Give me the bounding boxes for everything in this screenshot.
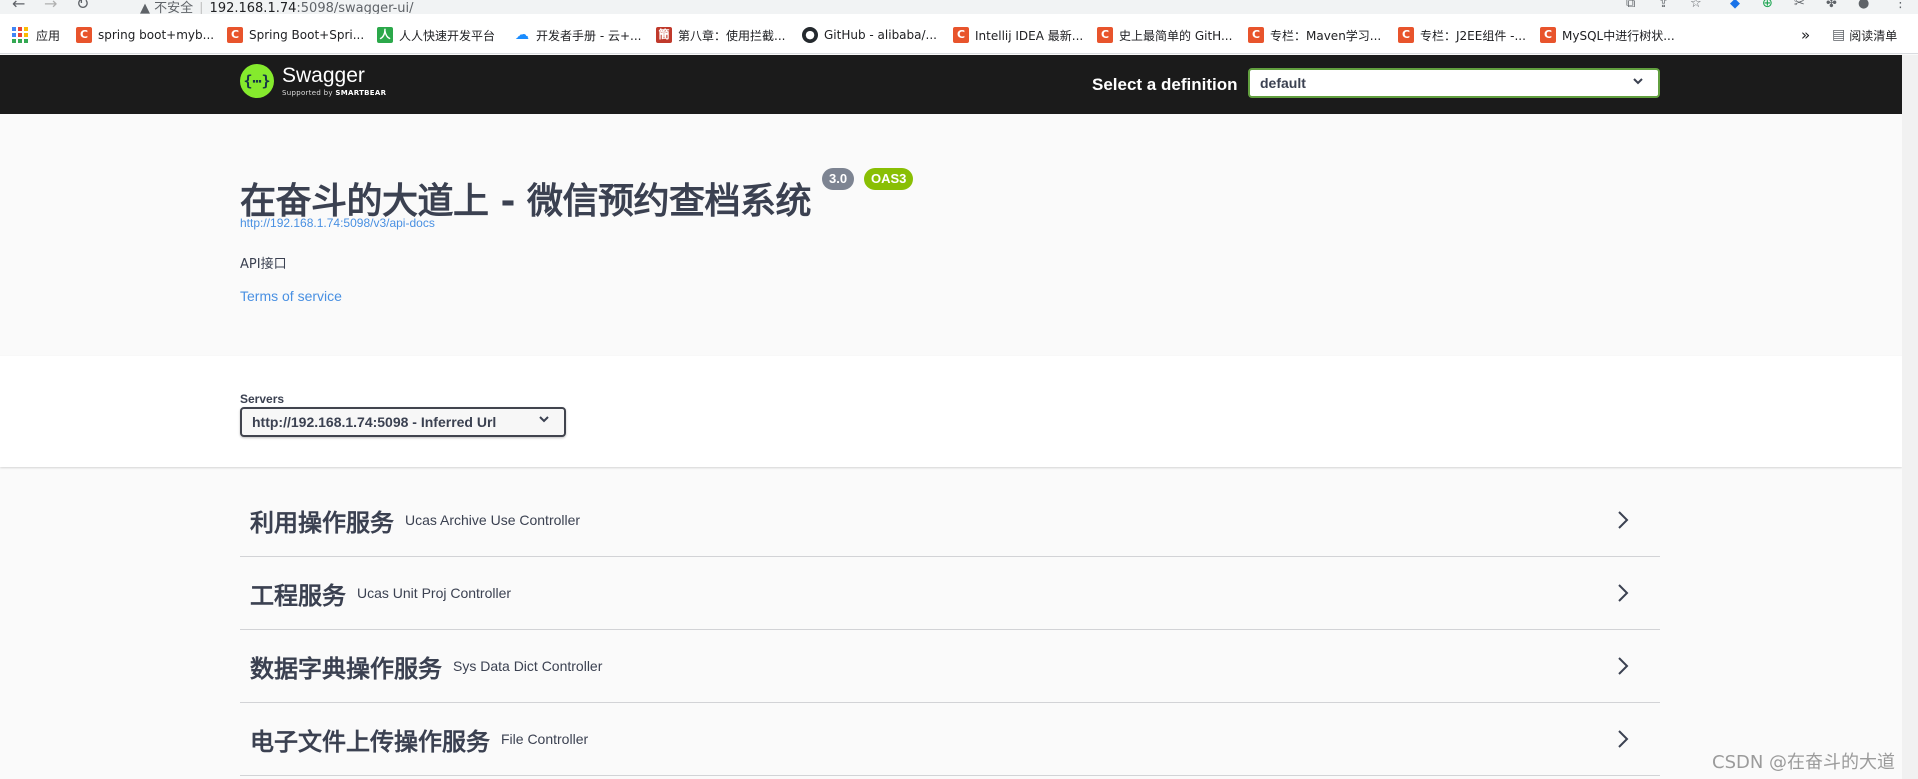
oas-badge: OAS3 <box>864 168 914 190</box>
csdn-watermark: CSDN @在奋斗的大道 <box>1712 752 1896 773</box>
bookmark-label: Intellij IDEA 最新... <box>975 28 1084 43</box>
jianshu-icon: 簡 <box>656 27 672 43</box>
bookmark-label: MySQL中进行树状... <box>1562 28 1675 43</box>
bookmark-label: 开发者手册 - 云+... <box>536 28 642 43</box>
tag-section[interactable]: 工程服务 Ucas Unit Proj Controller <box>240 557 1660 630</box>
bookmark-item[interactable]: 人 人人快速开发平台 <box>377 26 495 44</box>
tag-name: 电子文件上传操作服务 <box>250 727 490 756</box>
swagger-logo-icon: {⋯} <box>240 64 274 98</box>
api-info-section: 在奋斗的大道上 - 微信预约查档系统 3.0 OAS3 http://192.1… <box>0 114 1902 356</box>
bookmark-item[interactable]: C 史上最简单的 GitH... <box>1097 26 1232 44</box>
insecure-label: 不安全 <box>154 1 194 14</box>
bookmark-item[interactable]: ● GitHub - alibaba/... <box>802 26 937 44</box>
url-path: :5098/swagger-ui/ <box>296 1 414 14</box>
tag-section[interactable]: 电子文件上传操作服务 File Controller <box>240 703 1660 776</box>
bookmark-item[interactable]: C Intellij IDEA 最新... <box>953 26 1083 44</box>
bookmark-label: 第八章：使用拦截... <box>678 28 786 43</box>
bookmark-label: GitHub - alibaba/... <box>824 28 937 42</box>
definition-label: Select a definition <box>1092 75 1238 94</box>
bookmarks-bar: 应用 C spring boot+myb... C Spring Boot+Sp… <box>0 14 1918 54</box>
bookmark-label: Spring Boot+Spri... <box>249 28 365 42</box>
reading-list-icon: ▤ <box>1832 27 1846 43</box>
forward-arrow-icon[interactable]: → <box>44 0 57 12</box>
share-icon[interactable]: ⇪ <box>1658 0 1669 12</box>
chevron-down-icon <box>1632 74 1644 90</box>
tag-name: 利用操作服务 <box>250 508 394 537</box>
api-docs-link[interactable]: http://192.168.1.74:5098/v3/api-docs <box>240 216 435 230</box>
tag-section[interactable]: 数据字典操作服务 Sys Data Dict Controller <box>240 630 1660 703</box>
server-select[interactable]: http://192.168.1.74:5098 - Inferred Url <box>240 407 566 437</box>
bookmark-item[interactable]: C MySQL中进行树状... <box>1540 26 1675 44</box>
tag-name: 工程服务 <box>250 581 346 610</box>
bookmark-item[interactable]: C 专栏：J2EE组件 -... <box>1398 26 1526 44</box>
bookmark-item[interactable]: ☁ 开发者手册 - 云+... <box>514 26 641 44</box>
terms-of-service-link[interactable]: Terms of service <box>240 288 342 304</box>
servers-label: Servers <box>240 392 285 406</box>
tag-description: Ucas Unit Proj Controller <box>357 585 512 601</box>
chevron-right-icon[interactable] <box>1616 727 1630 751</box>
url-host: 192.168.1.74 <box>209 1 297 14</box>
browser-address-bar: ← → ↻ ▲ 不安全 | 192.168.1.74:5098/swagger-ui… <box>0 0 1918 14</box>
bookmark-label: spring boot+myb... <box>98 28 215 42</box>
more-bookmarks-button[interactable]: » <box>1801 26 1810 44</box>
bookmark-item[interactable]: C spring boot+myb... <box>76 26 214 44</box>
page-scrollbar[interactable] <box>1902 55 1918 779</box>
csdn-icon: C <box>227 27 243 43</box>
warning-icon: ▲ <box>140 1 150 14</box>
bookmark-label: 史上最简单的 GitH... <box>1119 28 1233 43</box>
reload-icon[interactable]: ↻ <box>76 0 89 12</box>
definition-value: default <box>1260 75 1306 91</box>
extension-icon[interactable]: ◆ <box>1730 0 1740 12</box>
tag-description: Ucas Archive Use Controller <box>405 512 581 528</box>
tag-description: File Controller <box>501 731 589 747</box>
back-arrow-icon[interactable]: ← <box>12 0 25 12</box>
chevron-right-icon[interactable] <box>1616 508 1630 532</box>
extension-icon[interactable]: ⊕ <box>1762 0 1773 12</box>
logo-name: Swagger <box>282 64 365 87</box>
url-field[interactable]: ▲ 不安全 | 192.168.1.74:5098/swagger-ui/ <box>140 0 414 14</box>
csdn-icon: C <box>1398 27 1414 43</box>
profile-icon[interactable]: ● <box>1858 0 1869 12</box>
csdn-icon: C <box>76 27 92 43</box>
api-description: API接口 <box>240 257 287 272</box>
csdn-icon: C <box>1248 27 1264 43</box>
chevron-right-icon[interactable] <box>1616 581 1630 605</box>
chevron-down-icon <box>538 413 550 428</box>
bookmark-item[interactable]: 簡 第八章：使用拦截... <box>656 26 785 44</box>
server-value: http://192.168.1.74:5098 - Inferred Url <box>252 414 497 430</box>
operations-tags: 利用操作服务 Ucas Archive Use Controller 工程服务 … <box>240 484 1660 776</box>
bookmark-label: 人人快速开发平台 <box>399 28 496 43</box>
bookmark-label: 专栏：Maven学习... <box>1270 28 1382 43</box>
renren-icon: 人 <box>377 27 393 43</box>
menu-icon[interactable]: ⋮ <box>1894 0 1907 12</box>
servers-section: Servers http://192.168.1.74:5098 - Infer… <box>0 356 1902 467</box>
scissors-icon[interactable]: ✂ <box>1794 0 1805 12</box>
bookmark-apps[interactable]: 应用 <box>12 26 60 44</box>
bookmark-item[interactable]: C Spring Boot+Spri... <box>227 26 364 44</box>
apps-grid-icon <box>12 27 28 43</box>
cloud-icon: ☁ <box>515 27 529 43</box>
csdn-icon: C <box>953 27 969 43</box>
tag-description: Sys Data Dict Controller <box>453 658 603 674</box>
tag-name: 数据字典操作服务 <box>250 654 442 683</box>
translate-icon[interactable]: ⧉ <box>1626 0 1635 12</box>
swagger-topbar: {⋯} Swagger Supported by SMARTBEAR Selec… <box>0 55 1902 114</box>
bookmark-item[interactable]: C 专栏：Maven学习... <box>1248 26 1381 44</box>
star-icon[interactable]: ☆ <box>1690 0 1702 12</box>
definition-select[interactable]: default <box>1248 68 1660 98</box>
bookmark-label: 应用 <box>36 28 61 43</box>
csdn-icon: C <box>1540 27 1556 43</box>
tag-section[interactable]: 利用操作服务 Ucas Archive Use Controller <box>240 484 1660 557</box>
csdn-icon: C <box>1097 27 1113 43</box>
logo-subtitle: Supported by SMARTBEAR <box>282 89 387 97</box>
puzzle-icon[interactable]: ✤ <box>1826 0 1837 12</box>
bookmark-label: 专栏：J2EE组件 -... <box>1420 28 1526 43</box>
chevron-right-icon[interactable] <box>1616 654 1630 678</box>
version-badge: 3.0 <box>822 168 855 190</box>
swagger-logo[interactable]: {⋯} Swagger Supported by SMARTBEAR <box>240 64 386 98</box>
github-icon: ● <box>802 27 818 43</box>
reading-list-button[interactable]: ▤ 阅读清单 <box>1832 26 1897 44</box>
